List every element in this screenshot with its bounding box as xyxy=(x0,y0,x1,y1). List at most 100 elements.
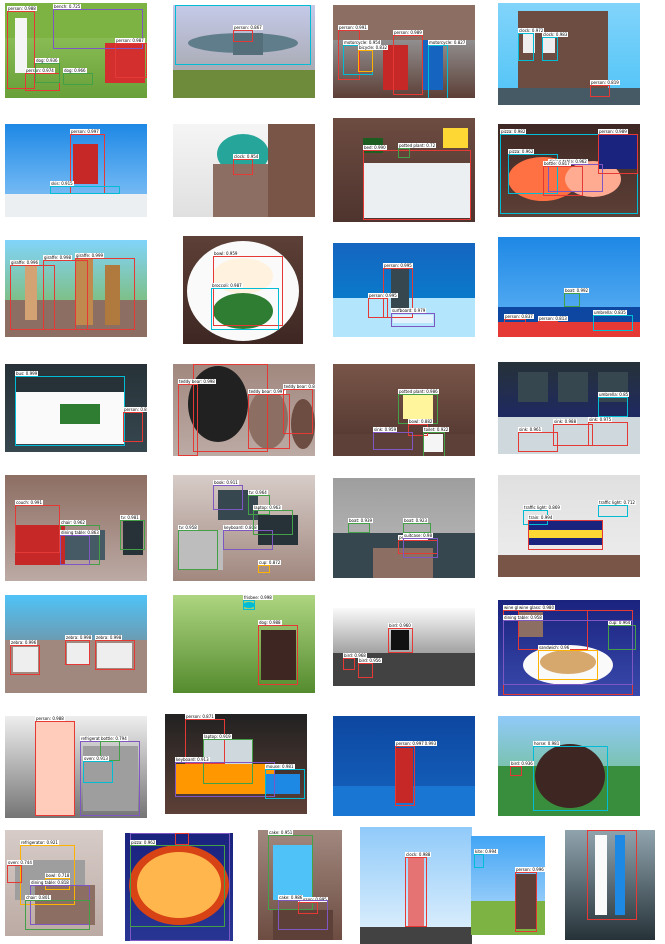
detection-box: teddy bear: 0.998 xyxy=(178,379,216,456)
detection-label: umbrella: 0.85 xyxy=(598,392,630,397)
detection-box: horse: 0.981 xyxy=(533,741,608,811)
detection-box: person: 0.989 xyxy=(393,30,423,95)
detection-box: sink: 0.961 xyxy=(518,427,558,452)
detection-label: traffic light: 0.869 xyxy=(523,505,561,510)
detection-label: traffic light: 0.712 xyxy=(598,500,636,505)
detection-label: bird: 0.936 xyxy=(510,761,534,766)
detection-box: tv: 0.958 xyxy=(178,525,218,570)
detection-box: boat: 0.923 xyxy=(403,518,431,533)
detection-box: bird: 0.936 xyxy=(510,761,534,776)
detection-label: person: 0.989 xyxy=(393,30,423,35)
photo-panel-dome: clock: 0.954 xyxy=(173,124,315,217)
photo-panel-skier: person: 0.997 skis: 0.915 xyxy=(5,124,147,217)
photo-panel-bedroom: bed: 0.990 potted plant: 0.72 xyxy=(333,118,475,222)
detection-label: person: 0.988 xyxy=(35,716,65,721)
detection-label: teddy bear: 0.998 xyxy=(178,379,216,384)
detection-box: zebra: 0.998 xyxy=(95,635,135,670)
detection-label: potted plant: 0.72 xyxy=(398,143,437,148)
detection-box: tv: 0.981 xyxy=(120,515,145,550)
detection-label: frisbee: 0.998 xyxy=(243,595,273,600)
detection-box: zebra: 0.998 xyxy=(65,635,93,665)
detection-label: motorcycle: 0.827 xyxy=(428,40,467,45)
detection-label: keyboard: 0.913 xyxy=(175,757,210,762)
photo-panel-dining: pizza: 0.982pizza: 0.962dining table: 0.… xyxy=(498,124,640,217)
detection-box: teddy bear: 0.807 xyxy=(283,384,315,434)
photo-panel-birds: bird: 0.960 bird: 0.968 bird: 0.956 xyxy=(333,608,475,686)
photo-panel-giraffes: giraffe: 0.996 giraffe: 0.998 giraffe: 0.9… xyxy=(5,240,147,337)
detection-box: cup: 0.872 xyxy=(258,560,282,573)
detection-label: broccoli: 0.987 xyxy=(211,283,243,288)
detection-box: chair: 0.801 xyxy=(25,895,90,930)
detection-box: giraffe: 0.999 xyxy=(75,253,135,330)
detection-label: chair: 0.962 xyxy=(60,520,86,525)
photo-panel-dogjump: frisbee: 0.998 dog: 0.988 xyxy=(173,595,315,693)
detection-box: dining table: 0.863 xyxy=(60,530,100,565)
detection-label: bed: 0.990 xyxy=(363,145,387,150)
detection-box: keyboard: 0.913 xyxy=(175,757,275,797)
detection-label: person: 0.813 xyxy=(538,316,568,321)
detection-label: person: 0.995 xyxy=(368,293,398,298)
photo-panel-bathroom: sink: 0.961 sink: 0.988 sink: 0.975 umbrell… xyxy=(498,362,640,454)
detection-label: teddy bear: 0.807 xyxy=(283,384,315,389)
photo-panel-surf: person: 0.995 person: 0.995 surfboard: 0.9… xyxy=(333,243,475,337)
detection-label: tv: 0.964 xyxy=(248,490,268,495)
detection-label: dining table: 0.863 xyxy=(60,530,100,535)
detection-box: person: 0.837 xyxy=(504,314,534,329)
detection-box: cake: 0.986 xyxy=(278,895,328,930)
photo-panel-plane: airplane: 0.997person: 0.867 xyxy=(173,5,315,98)
photo-panel-zebras: zebra: 0.996 zebra: 0.998 zebra: 0.998 xyxy=(5,595,147,693)
detection-label: person: 0.989 xyxy=(598,129,628,134)
detection-label: person: 0.867 xyxy=(233,25,263,30)
detection-box: traffic light: 0.712 xyxy=(598,500,636,517)
detection-box: motorcycle: 0.827 xyxy=(428,40,467,98)
detection-label: person: 0.837 xyxy=(504,314,534,319)
detection-label: clock: 0.988 xyxy=(405,852,432,857)
detection-box: umbrella: 0.835 xyxy=(593,310,633,331)
detection-box: person: 0.813 xyxy=(538,316,568,331)
detection-box: sink: 0.988 xyxy=(553,419,593,446)
detection-box: kite: 0.994 xyxy=(474,849,498,868)
detection-label: person: 0.871 xyxy=(185,714,215,719)
detection-label: giraffe: 0.999 xyxy=(75,253,105,258)
detection-label: couch: 0.991 xyxy=(15,500,43,505)
detection-label: bowl: 0.718 xyxy=(45,873,71,878)
detection-label: suitcase: 0.98 xyxy=(403,533,434,538)
detection-box: mouse: 0.981 xyxy=(265,764,305,799)
detection-box: person: 0.989 xyxy=(598,129,638,174)
detection-box: train: 0.994 xyxy=(528,515,603,550)
detection-box: bicycle: 0.832 xyxy=(358,45,389,72)
detection-label: dog: 0.988 xyxy=(258,620,282,625)
detection-label: pizza: 0.962 xyxy=(130,840,157,845)
photo-panel-kitchen1: person: 0.988refrigerator: 0.988bottle: … xyxy=(5,716,147,818)
detection-box: dining table: 0.958 xyxy=(503,615,633,685)
detection-label: person: 0.997 xyxy=(395,741,425,746)
detection-box: clock: 0.972 xyxy=(518,28,545,61)
detection-box: bed: 0.990 xyxy=(363,145,471,220)
photo-panel-room: potted plant: 0.986 bowl: 0.882 sink: 0.95… xyxy=(333,364,475,456)
detection-box: couch: 0.991 xyxy=(15,500,60,553)
detection-label: sink: 0.988 xyxy=(553,419,578,424)
detection-box: person: 0.996 xyxy=(515,867,545,932)
detection-box: pizza: 0.962 xyxy=(130,840,225,927)
detection-label: clock: 0.983 xyxy=(542,32,569,37)
detection-box: cup: 0.996 xyxy=(175,833,189,845)
photo-panel-harbor: boat: 0.992 person: 0.837 person: 0.813 umb… xyxy=(498,237,640,337)
photo-panel-clocktower: clock: 0.988 xyxy=(360,827,472,944)
detection-label: boat: 0.939 xyxy=(348,518,374,523)
photo-panel-girl: cake: 0.951 person: 0.995 cake: 0.986 xyxy=(258,830,342,940)
detection-label: cake: 0.986 xyxy=(278,895,304,900)
detection-label: tv: 0.981 xyxy=(120,515,140,520)
detection-label: giraffe: 0.996 xyxy=(10,260,40,265)
detection-label: mouse: 0.981 xyxy=(265,764,295,769)
detection-box: oven: 0.913 xyxy=(83,756,113,783)
detection-label: refrigerator: 0.921 xyxy=(20,840,59,845)
detection-label: boat: 0.992 xyxy=(564,288,590,293)
photo-panel-living: couch: 0.991 chair: 0.962 dining table: 0.… xyxy=(5,475,147,581)
photo-panel-kite: kite: 0.994 person: 0.996 xyxy=(471,836,545,935)
detection-label: bottle: 0.794 xyxy=(100,736,128,741)
detection-label: laptop: 0.919 xyxy=(203,734,232,739)
detection-box: dog: 0.988 xyxy=(258,620,298,685)
detection-label: person: 0.988 xyxy=(7,6,37,11)
detection-box: sink: 0.959 xyxy=(373,427,413,450)
detection-box: clock: 0.983 xyxy=(542,32,569,61)
